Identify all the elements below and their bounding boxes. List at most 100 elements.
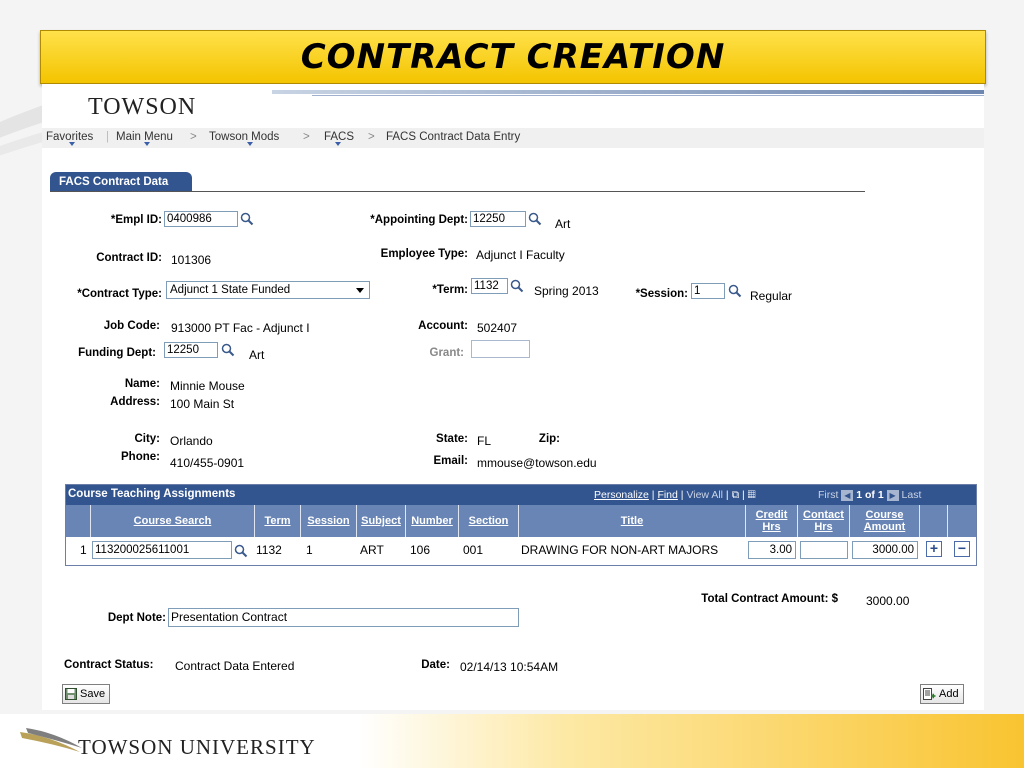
header-rule bbox=[272, 90, 984, 94]
save-button[interactable]: Save bbox=[62, 684, 111, 704]
address-label: Address: bbox=[110, 396, 160, 408]
appointing-dept-label: *Appointing Dept: bbox=[370, 214, 468, 226]
add-label: Add bbox=[939, 688, 959, 700]
contract-type-select[interactable]: Adjunct 1 State Funded bbox=[166, 281, 370, 299]
grant-input[interactable] bbox=[471, 340, 530, 358]
job-code-label: Job Code: bbox=[103, 320, 160, 332]
employee-type-value: Adjunct I Faculty bbox=[476, 248, 565, 262]
city-value: Orlando bbox=[170, 434, 213, 448]
last-link[interactable]: Last bbox=[902, 489, 922, 501]
nav-towson-mods[interactable]: Towson Mods bbox=[209, 128, 279, 146]
search-icon[interactable] bbox=[221, 343, 235, 357]
date-label: Date: bbox=[421, 659, 450, 671]
search-icon[interactable] bbox=[510, 279, 524, 293]
contact-hrs-input[interactable] bbox=[800, 541, 848, 559]
towson-swoosh-icon bbox=[20, 728, 82, 752]
col-credit-hrs[interactable]: Credit Hrs bbox=[746, 505, 798, 537]
col-contact-hrs[interactable]: Contact Hrs bbox=[798, 505, 850, 537]
peoplesoft-window: TOWSON Favorites | Main Menu > Towson Mo… bbox=[42, 84, 984, 710]
chevron-down-icon bbox=[356, 288, 364, 293]
name-value: Minnie Mouse bbox=[170, 379, 245, 393]
phone-label: Phone: bbox=[121, 451, 160, 463]
total-amount-value: 3000.00 bbox=[866, 594, 910, 608]
grid-header: Course Teaching Assignments Personalize … bbox=[66, 485, 976, 505]
chevron-down-icon bbox=[69, 142, 75, 146]
grid-title: Course Teaching Assignments bbox=[68, 488, 236, 500]
session-label: *Session: bbox=[635, 288, 688, 300]
contract-status-label: Contract Status: bbox=[64, 659, 154, 671]
search-icon[interactable] bbox=[240, 212, 254, 226]
grid-pagination: First ◀ 1 of 1 ▶ Last bbox=[818, 489, 921, 501]
col-subject[interactable]: Subject bbox=[357, 505, 406, 537]
term-input[interactable]: 1132 bbox=[471, 278, 508, 294]
credit-hrs-input[interactable]: 3.00 bbox=[748, 541, 796, 559]
col-section[interactable]: Section bbox=[459, 505, 519, 537]
col-course-search[interactable]: Course Search bbox=[91, 505, 255, 537]
download-icon[interactable]: ⧉ bbox=[732, 489, 740, 501]
appointing-dept-input[interactable]: 12250 bbox=[470, 211, 526, 227]
session-input[interactable]: 1 bbox=[691, 283, 725, 299]
col-session[interactable]: Session bbox=[301, 505, 357, 537]
page-range: 1 of 1 bbox=[856, 489, 884, 501]
slide-footer: TOWSON UNIVERSITY bbox=[0, 714, 1024, 768]
nav-divider: | bbox=[106, 131, 109, 143]
first-link[interactable]: First bbox=[818, 489, 838, 501]
breadcrumb: Favorites | Main Menu > Towson Mods > FA… bbox=[42, 128, 984, 148]
disk-icon bbox=[65, 688, 77, 701]
email-label: Email: bbox=[433, 455, 468, 467]
view-all-link[interactable]: View All bbox=[686, 489, 723, 501]
funding-dept-input[interactable]: 12250 bbox=[164, 342, 218, 358]
course-teaching-grid: Course Teaching Assignments Personalize … bbox=[65, 484, 977, 566]
empl-id-input[interactable]: 0400986 bbox=[164, 211, 238, 227]
col-term[interactable]: Term bbox=[255, 505, 301, 537]
row-title: DRAWING FOR NON-ART MAJORS bbox=[521, 543, 719, 557]
search-icon[interactable] bbox=[728, 284, 742, 298]
city-label: City: bbox=[134, 433, 160, 445]
phone-value: 410/455-0901 bbox=[170, 456, 245, 470]
nav-current-page: FACS Contract Data Entry bbox=[386, 131, 521, 143]
contract-status-value: Contract Data Entered bbox=[175, 659, 295, 673]
row-term: 1132 bbox=[256, 543, 282, 557]
job-code-value: 913000 PT Fac - Adjunct I bbox=[171, 321, 310, 335]
find-link[interactable]: Find bbox=[657, 489, 677, 501]
prev-arrow-icon[interactable]: ◀ bbox=[841, 490, 854, 501]
contract-type-value: Adjunct 1 State Funded bbox=[170, 284, 291, 296]
empl-id-label: *Empl ID: bbox=[110, 214, 162, 226]
appointing-dept-name: Art bbox=[555, 217, 571, 231]
state-label: State: bbox=[436, 433, 468, 445]
state-value: FL bbox=[477, 434, 492, 448]
col-course-amount[interactable]: Course Amount bbox=[850, 505, 920, 537]
save-label: Save bbox=[80, 688, 106, 700]
search-icon[interactable] bbox=[234, 544, 248, 558]
funding-dept-name: Art bbox=[249, 348, 265, 362]
account-value: 502407 bbox=[477, 321, 518, 335]
course-amount-input[interactable]: 3000.00 bbox=[852, 541, 918, 559]
add-page-icon bbox=[923, 688, 936, 701]
footer-university-name: TOWSON UNIVERSITY bbox=[78, 735, 316, 759]
course-search-input[interactable]: 113200025611001 bbox=[92, 541, 232, 559]
employee-type-label: Employee Type: bbox=[380, 248, 468, 260]
col-title[interactable]: Title bbox=[519, 505, 746, 537]
contract-id-value: 101306 bbox=[171, 253, 212, 267]
grant-label: Grant: bbox=[429, 347, 465, 359]
breadcrumb-separator: > bbox=[190, 131, 197, 143]
dept-note-input[interactable]: Presentation Contract bbox=[168, 608, 519, 627]
delete-row-icon[interactable]: − bbox=[954, 541, 970, 557]
personalize-link[interactable]: Personalize bbox=[594, 489, 649, 501]
address-value: 100 Main St bbox=[170, 397, 235, 411]
add-row-icon[interactable]: + bbox=[926, 541, 942, 557]
grid-icon[interactable]: ▦ bbox=[748, 489, 756, 501]
dept-note-label: Dept Note: bbox=[107, 612, 166, 624]
tab-facs-contract-data[interactable]: FACS Contract Data bbox=[50, 172, 192, 192]
add-button[interactable]: Add bbox=[920, 684, 964, 704]
chevron-down-icon bbox=[335, 142, 341, 146]
col-number[interactable]: Number bbox=[406, 505, 459, 537]
row-subject: ART bbox=[360, 543, 384, 557]
grid-tools: Personalize | Find | View All | ⧉ | ▦ bbox=[594, 489, 756, 501]
next-arrow-icon[interactable]: ▶ bbox=[886, 490, 899, 501]
grid-column-headers: Course Search Term Session Subject Numbe… bbox=[66, 505, 976, 537]
chevron-down-icon bbox=[144, 142, 150, 146]
session-name: Regular bbox=[750, 289, 793, 303]
funding-dept-label: Funding Dept: bbox=[78, 347, 156, 359]
search-icon[interactable] bbox=[528, 212, 542, 226]
